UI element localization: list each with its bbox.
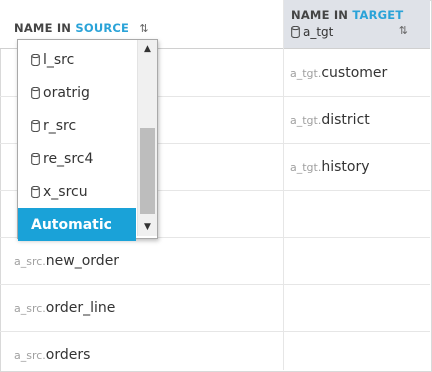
source-cell[interactable]: a_src.order_line [14, 300, 115, 316]
target-header-title: NAME IN TARGET [291, 8, 403, 22]
target-cell: a_tgt.district [290, 112, 370, 128]
database-icon [31, 119, 40, 132]
scroll-up-arrow-icon[interactable]: ▲ [138, 41, 157, 57]
target-header-accent: TARGET [352, 8, 404, 22]
target-column-header[interactable]: NAME IN TARGET a_tgt ⇅ [284, 0, 430, 49]
target-header-prefix: NAME IN [291, 8, 349, 22]
database-icon [31, 53, 40, 66]
scroll-down-arrow-icon[interactable]: ▼ [138, 219, 157, 235]
dropdown-option[interactable]: x_srcu [18, 175, 136, 208]
source-header-accent: SOURCE [75, 21, 130, 35]
sort-icon[interactable]: ⇅ [139, 22, 148, 35]
dropdown-option-selected[interactable]: Automatic [18, 208, 136, 241]
table-row[interactable]: a_src.new_order [0, 237, 430, 285]
target-cell: a_tgt.history [290, 159, 370, 175]
scrollbar-thumb[interactable] [140, 128, 155, 214]
dropdown-option[interactable]: r_src [18, 109, 136, 142]
dropdown-option[interactable]: oratrig [18, 76, 136, 109]
source-header-title: NAME IN SOURCE ⇅ [14, 21, 149, 35]
target-schema-name: a_tgt [303, 25, 334, 39]
dropdown-option[interactable]: re_src4 [18, 142, 136, 175]
dropdown-scrollbar[interactable]: ▲ ▼ [137, 40, 157, 236]
sort-icon[interactable]: ⇅ [399, 24, 408, 37]
table-row[interactable]: a_src.order_line [0, 284, 430, 332]
database-icon [291, 26, 300, 38]
target-schema: a_tgt [291, 25, 333, 39]
database-icon [31, 152, 40, 165]
target-cell: a_tgt.customer [290, 65, 388, 81]
source-header-prefix: NAME IN [14, 21, 72, 35]
dropdown-option[interactable]: l_src [18, 43, 136, 76]
source-cell[interactable]: a_src.new_order [14, 253, 119, 269]
source-schema-dropdown[interactable]: l_src oratrig r_src re_src4 x_srcu Autom… [17, 39, 158, 241]
source-cell[interactable]: a_src.orders [14, 347, 90, 363]
database-icon [31, 86, 40, 99]
database-icon [31, 185, 40, 198]
table-row[interactable]: a_src.orders [0, 331, 430, 370]
